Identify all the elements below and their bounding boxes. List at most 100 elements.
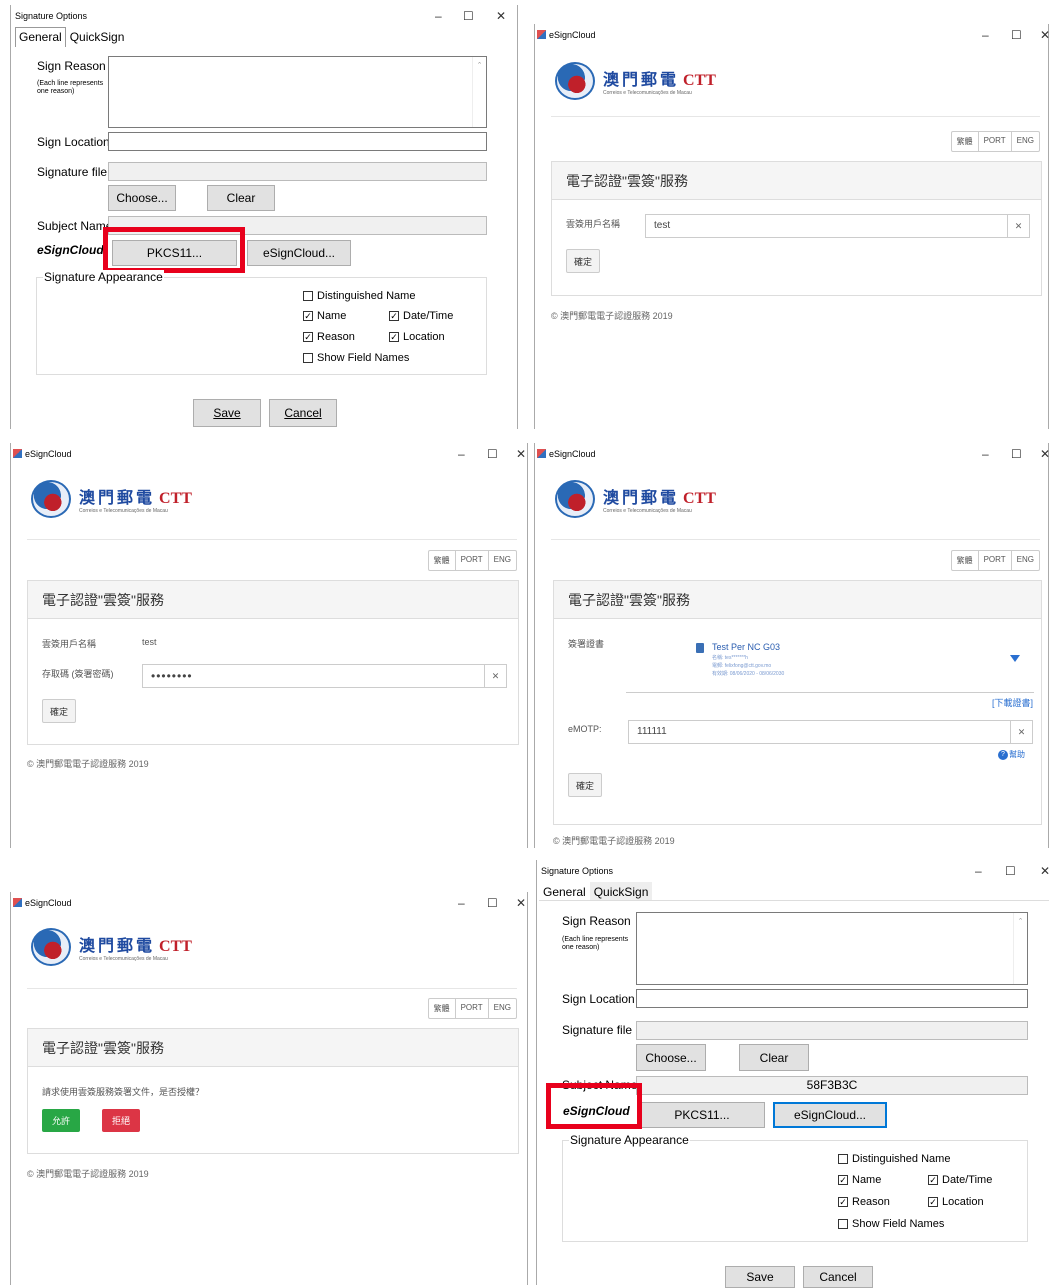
location-box[interactable]: ✓ xyxy=(928,1197,938,1207)
lang-port[interactable]: PORT xyxy=(977,551,1011,570)
lang-eng[interactable]: ENG xyxy=(1010,551,1039,570)
minimize-icon[interactable]: – xyxy=(458,892,465,914)
footer: © 澳門郵電電子認證服務 2019 xyxy=(27,1169,149,1179)
sign-reason-textarea[interactable]: ⌃⌄ xyxy=(636,912,1028,1027)
close-icon[interactable]: ✕ xyxy=(516,443,526,465)
reason-checkbox[interactable]: ✓ Reason xyxy=(838,1196,890,1208)
lang-eng[interactable]: ENG xyxy=(487,999,516,1018)
name-box[interactable]: ✓ xyxy=(303,311,313,321)
ctt-logo: 澳門郵電 CTT Correios e Telecomunicações de Ma… xyxy=(555,62,716,100)
show-field-names-box[interactable] xyxy=(303,353,313,363)
name-checkbox[interactable]: ✓ Name xyxy=(303,310,346,322)
datetime-checkbox[interactable]: ✓ Date/Time xyxy=(928,1174,992,1186)
datetime-checkbox[interactable]: ✓ Date/Time xyxy=(389,310,453,322)
clear-input-icon[interactable]: ✕ xyxy=(484,665,506,687)
confirm-button[interactable]: 確定 xyxy=(568,773,602,797)
datetime-box[interactable]: ✓ xyxy=(928,1175,938,1185)
choose-button[interactable]: Choose... xyxy=(108,185,176,211)
maximize-icon[interactable]: ☐ xyxy=(487,892,498,914)
download-certificate-link[interactable]: [下載證書] xyxy=(992,696,1033,709)
minimize-icon[interactable]: – xyxy=(982,443,989,465)
maximize-icon[interactable]: ☐ xyxy=(463,5,474,27)
clear-button[interactable]: Clear xyxy=(739,1044,809,1071)
location-box[interactable]: ✓ xyxy=(389,332,399,342)
lang-port[interactable]: PORT xyxy=(977,132,1011,151)
lang-zh[interactable]: 繁體 xyxy=(429,999,455,1018)
ctt-globe-icon xyxy=(555,62,595,100)
reason-box[interactable]: ✓ xyxy=(838,1197,848,1207)
close-icon[interactable]: ✕ xyxy=(1040,443,1049,465)
sign-reason-textarea[interactable]: ⌃⌄ xyxy=(108,56,487,171)
sign-reason-label: Sign Reason xyxy=(37,59,106,73)
clear-input-icon[interactable]: ✕ xyxy=(1007,215,1029,237)
lang-port[interactable]: PORT xyxy=(454,999,488,1018)
esigncloud-button[interactable]: eSignCloud... xyxy=(773,1102,887,1128)
minimize-icon[interactable]: – xyxy=(458,443,465,465)
lang-zh[interactable]: 繁體 xyxy=(429,551,455,570)
clear-button[interactable]: Clear xyxy=(207,185,275,211)
scrollbar[interactable]: ⌃⌄ xyxy=(472,57,486,171)
subject-name-input[interactable]: 58F3B3C xyxy=(636,1076,1028,1095)
esigncloud-button[interactable]: eSignCloud... xyxy=(247,240,351,266)
cancel-button[interactable]: Cancel xyxy=(269,399,337,427)
location-checkbox[interactable]: ✓ Location xyxy=(389,331,445,343)
pkcs11-button[interactable]: PKCS11... xyxy=(639,1102,765,1128)
maximize-icon[interactable]: ☐ xyxy=(487,443,498,465)
distinguished-name-box[interactable] xyxy=(838,1154,848,1164)
location-checkbox[interactable]: ✓ Location xyxy=(928,1196,984,1208)
show-field-names-box[interactable] xyxy=(838,1219,848,1229)
chevron-down-icon[interactable] xyxy=(1010,655,1020,662)
maximize-icon[interactable]: ☐ xyxy=(1005,860,1016,882)
sign-location-input[interactable] xyxy=(636,989,1028,1008)
reason-checkbox[interactable]: ✓ Reason xyxy=(303,331,355,343)
minimize-icon[interactable]: – xyxy=(982,24,989,46)
close-icon[interactable]: ✕ xyxy=(496,5,506,27)
maximize-icon[interactable]: ☐ xyxy=(1011,24,1022,46)
title-bar: eSignCloud – ☐ ✕ xyxy=(11,892,527,914)
confirm-button[interactable]: 確定 xyxy=(566,249,600,273)
signature-file-input[interactable] xyxy=(636,1021,1028,1040)
save-button[interactable]: Save xyxy=(193,399,261,427)
footer: © 澳門郵電電子認證服務 2019 xyxy=(553,836,675,846)
clear-input-icon[interactable]: ✕ xyxy=(1010,721,1032,743)
show-field-names-checkbox[interactable]: Show Field Names xyxy=(303,352,409,364)
scrollbar[interactable]: ⌃⌄ xyxy=(1013,913,1027,1027)
tab-general[interactable]: General xyxy=(539,882,590,902)
confirm-button[interactable]: 確定 xyxy=(42,699,76,723)
minimize-icon[interactable]: – xyxy=(435,5,442,27)
tab-quicksign[interactable]: QuickSign xyxy=(66,27,129,47)
maximize-icon[interactable]: ☐ xyxy=(1011,443,1022,465)
minimize-icon[interactable]: – xyxy=(975,860,982,882)
close-icon[interactable]: ✕ xyxy=(1040,24,1049,46)
name-box[interactable]: ✓ xyxy=(838,1175,848,1185)
distinguished-name-checkbox[interactable]: Distinguished Name xyxy=(838,1153,950,1165)
deny-button[interactable]: 拒絕 xyxy=(102,1109,140,1132)
lang-zh[interactable]: 繁體 xyxy=(952,551,978,570)
distinguished-name-checkbox[interactable]: Distinguished Name xyxy=(303,290,415,302)
user-name-input[interactable]: test ✕ xyxy=(645,214,1030,238)
signature-file-input[interactable] xyxy=(108,162,487,181)
signature-appearance-group: Signature Appearance xyxy=(36,270,487,375)
password-input[interactable]: •••••••• ✕ xyxy=(142,664,507,688)
tab-quicksign[interactable]: QuickSign xyxy=(589,882,653,902)
close-icon[interactable]: ✕ xyxy=(1040,860,1049,882)
reason-box[interactable]: ✓ xyxy=(303,332,313,342)
allow-button[interactable]: 允許 xyxy=(42,1109,80,1132)
tab-general[interactable]: General xyxy=(15,27,66,47)
distinguished-name-box[interactable] xyxy=(303,291,313,301)
emotp-input[interactable]: 111111 ✕ xyxy=(628,720,1033,744)
window-title: eSignCloud xyxy=(549,449,596,459)
datetime-box[interactable]: ✓ xyxy=(389,311,399,321)
lang-port[interactable]: PORT xyxy=(454,551,488,570)
show-field-names-checkbox[interactable]: Show Field Names xyxy=(838,1218,944,1230)
lang-eng[interactable]: ENG xyxy=(1010,132,1039,151)
lang-zh[interactable]: 繁體 xyxy=(952,132,978,151)
name-checkbox[interactable]: ✓ Name xyxy=(838,1174,881,1186)
lang-eng[interactable]: ENG xyxy=(487,551,516,570)
help-link[interactable]: ? 幫助 xyxy=(998,749,1025,760)
highlight-pkcs11 xyxy=(103,227,245,273)
certificate-select[interactable]: Test Per NC G03 名稱: tes*******h 電郵: feli… xyxy=(626,631,1034,693)
sign-location-input[interactable] xyxy=(108,132,487,151)
choose-button[interactable]: Choose... xyxy=(636,1044,706,1071)
close-icon[interactable]: ✕ xyxy=(516,892,526,914)
